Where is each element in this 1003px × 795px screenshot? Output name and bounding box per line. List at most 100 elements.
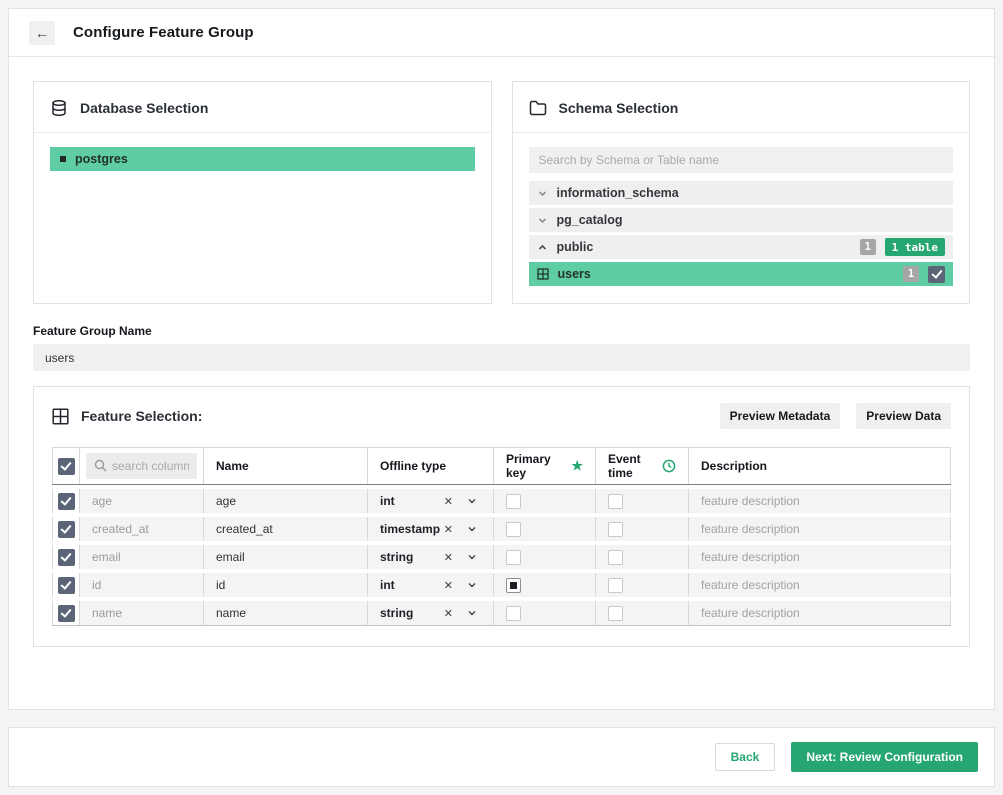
folder-icon — [529, 100, 547, 116]
count-badge: 1 — [903, 266, 919, 282]
primary-key-checkbox[interactable] — [506, 606, 521, 621]
preview-data-button[interactable]: Preview Data — [856, 403, 951, 429]
row-checkbox[interactable] — [58, 521, 75, 538]
database-item-postgres[interactable]: postgres — [50, 147, 475, 171]
schema-panel-title: Schema Selection — [559, 100, 679, 116]
name-cell[interactable]: age — [204, 489, 368, 513]
type-value: int — [380, 578, 395, 592]
row-checkbox[interactable] — [58, 493, 75, 510]
page-title: Configure Feature Group — [73, 24, 254, 41]
type-value: string — [380, 606, 413, 620]
footer-back-button[interactable]: Back — [715, 743, 776, 771]
feature-row-created-at: created_at created_at timestamp ✕ — [52, 517, 951, 541]
event-time-checkbox[interactable] — [608, 578, 623, 593]
primary-key-checkbox[interactable] — [506, 550, 521, 565]
schema-row-information-schema[interactable]: information_schema — [529, 181, 954, 205]
clear-icon[interactable]: ✕ — [444, 523, 453, 536]
back-button[interactable]: ← — [29, 21, 55, 45]
offline-type-cell: timestamp ✕ — [368, 517, 494, 541]
feature-group-name-input[interactable] — [33, 344, 970, 371]
chevron-down-icon[interactable] — [467, 580, 477, 590]
column-header-name: Name — [204, 448, 368, 484]
chevron-down-icon[interactable] — [467, 496, 477, 506]
next-review-configuration-button[interactable]: Next: Review Configuration — [791, 742, 978, 772]
preview-metadata-button[interactable]: Preview Metadata — [720, 403, 841, 429]
description-input[interactable] — [701, 494, 938, 508]
feature-selection-title: Feature Selection: — [81, 408, 202, 424]
offline-type-cell: int ✕ — [368, 489, 494, 513]
divider — [513, 132, 970, 133]
row-checkbox[interactable] — [58, 605, 75, 622]
event-time-checkbox[interactable] — [608, 550, 623, 565]
database-panel-title: Database Selection — [80, 100, 208, 116]
database-item-label: postgres — [75, 152, 128, 166]
column-header-description: Description — [689, 448, 951, 484]
divider — [34, 132, 491, 133]
feature-row-email: email email string ✕ — [52, 545, 951, 569]
count-badge: 1 — [860, 239, 876, 255]
chevron-down-icon[interactable] — [467, 552, 477, 562]
clear-icon[interactable]: ✕ — [444, 607, 453, 620]
source-column-cell: email — [80, 545, 204, 569]
offline-type-cell: string ✕ — [368, 545, 494, 569]
source-column-cell: id — [80, 573, 204, 597]
description-input[interactable] — [701, 550, 938, 564]
chevron-down-icon — [537, 188, 548, 199]
schema-search-input[interactable] — [529, 147, 954, 173]
name-cell[interactable]: name — [204, 601, 368, 625]
primary-key-checkbox[interactable] — [506, 578, 521, 593]
chevron-down-icon — [537, 215, 548, 226]
back-arrow-icon: ← — [35, 25, 49, 41]
schema-selection-panel: Schema Selection information_schema — [512, 81, 971, 304]
chevron-down-icon[interactable] — [467, 608, 477, 618]
schema-label: public — [557, 240, 594, 254]
feature-selection-panel: Feature Selection: Preview Metadata Prev… — [33, 386, 970, 647]
name-cell[interactable]: created_at — [204, 517, 368, 541]
content: Database Selection postgres Schema Sele — [9, 57, 994, 707]
table-label: users — [558, 267, 591, 281]
row-checkbox[interactable] — [58, 549, 75, 566]
table-count-badge: 1 table — [885, 238, 945, 256]
star-icon: ★ — [571, 458, 583, 474]
schema-label: pg_catalog — [557, 213, 623, 227]
column-header-event-time: Event time — [596, 448, 689, 484]
select-all-checkbox[interactable] — [58, 458, 75, 475]
table-row-users[interactable]: users 1 — [529, 262, 954, 286]
description-input[interactable] — [701, 606, 938, 620]
footer-bar: Back Next: Review Configuration — [8, 727, 995, 787]
search-icon — [94, 459, 107, 472]
chevron-up-icon — [537, 242, 548, 253]
description-input[interactable] — [701, 578, 938, 592]
primary-key-checkbox[interactable] — [506, 522, 521, 537]
source-column-cell: age — [80, 489, 204, 513]
app-header: ← Configure Feature Group — [9, 9, 994, 57]
row-checkbox[interactable] — [58, 577, 75, 594]
clear-icon[interactable]: ✕ — [444, 579, 453, 592]
feature-row-name: name name string ✕ — [52, 601, 951, 625]
type-value: timestamp — [380, 522, 440, 536]
event-time-checkbox[interactable] — [608, 494, 623, 509]
clear-icon[interactable]: ✕ — [444, 551, 453, 564]
name-cell[interactable]: id — [204, 573, 368, 597]
users-checkbox[interactable] — [928, 266, 945, 283]
schema-row-public[interactable]: public 1 1 table — [529, 235, 954, 259]
chevron-down-icon[interactable] — [467, 524, 477, 534]
square-bullet-icon — [60, 156, 66, 162]
name-cell[interactable]: email — [204, 545, 368, 569]
main-card: ← Configure Feature Group Database Selec… — [8, 8, 995, 710]
feature-table-header: Name Offline type Primary key ★ Event ti… — [52, 447, 951, 485]
column-header-offline-type: Offline type — [368, 448, 494, 484]
clear-icon[interactable]: ✕ — [444, 495, 453, 508]
table-grid-icon — [537, 268, 549, 280]
feature-group-name-label: Feature Group Name — [33, 324, 970, 338]
feature-row-id: id id int ✕ — [52, 573, 951, 597]
schema-row-pg-catalog[interactable]: pg_catalog — [529, 208, 954, 232]
schema-label: information_schema — [557, 186, 679, 200]
clock-icon — [662, 459, 676, 473]
description-input[interactable] — [701, 522, 938, 536]
event-time-checkbox[interactable] — [608, 606, 623, 621]
primary-key-checkbox[interactable] — [506, 494, 521, 509]
offline-type-cell: int ✕ — [368, 573, 494, 597]
event-time-checkbox[interactable] — [608, 522, 623, 537]
feature-row-age: age age int ✕ — [52, 489, 951, 513]
